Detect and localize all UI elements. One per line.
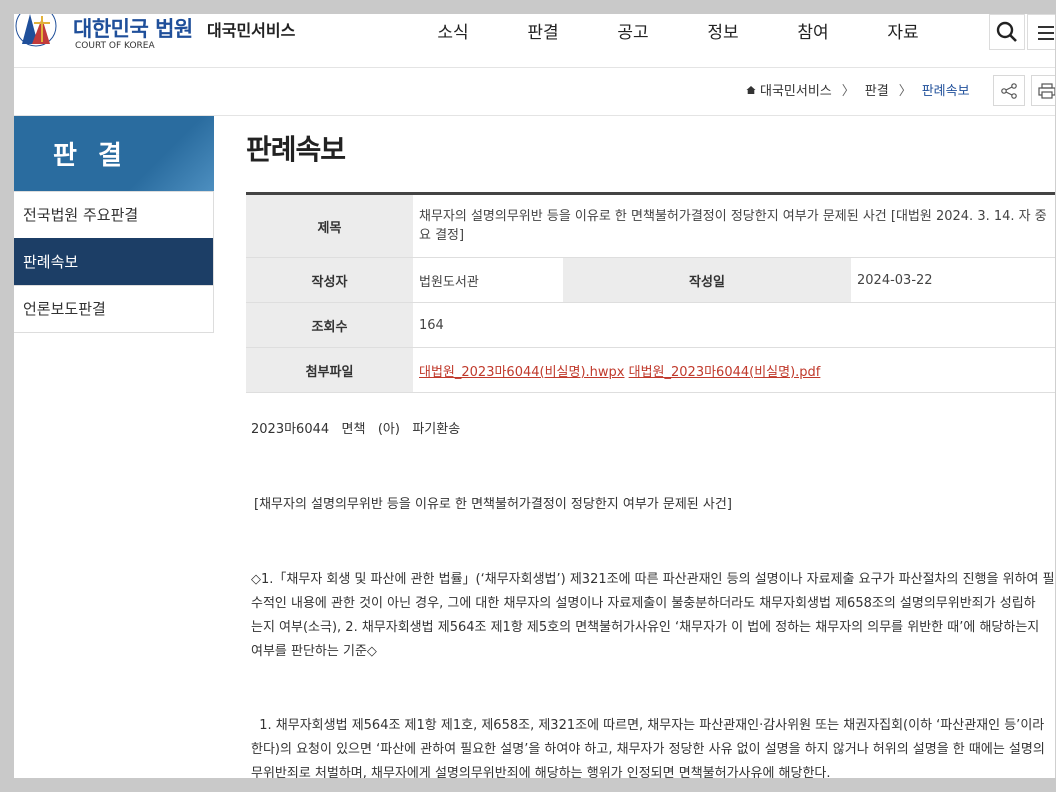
search-icon — [996, 21, 1017, 42]
nav-item-news[interactable]: 소식 — [408, 18, 498, 43]
date-value: 2024-03-22 — [851, 257, 1056, 303]
breadcrumb-current[interactable]: 판례속보 — [922, 80, 970, 99]
main-nav: 소식 판결 공고 정보 참여 자료 — [408, 18, 948, 43]
breadcrumb-separator-icon: 〉 — [898, 84, 912, 99]
date-label: 작성일 — [563, 257, 851, 303]
nav-item-notices[interactable]: 공고 — [588, 18, 678, 43]
home-icon — [746, 85, 756, 94]
site-header: 대한민국 법원 COURT OF KOREA 대국민서비스 소식 판결 공고 정… — [14, 14, 1056, 68]
search-button[interactable] — [989, 14, 1025, 50]
sidebar-item-press-judgments[interactable]: 언론보도판결 — [14, 285, 213, 332]
breadcrumb: 대국민서비스 〉 판결 〉 판례속보 — [746, 80, 970, 99]
attachment-link-pdf[interactable]: 대법원_2023마6044(비실명).pdf — [629, 365, 821, 380]
post-info-table: 제목 채무자의 설명의무위반 등을 이유로 한 면책불허가결정이 정당한지 여부… — [246, 192, 1056, 393]
nav-item-resources[interactable]: 자료 — [858, 18, 948, 43]
table-row: 제목 채무자의 설명의무위반 등을 이유로 한 면책불허가결정이 정당한지 여부… — [246, 193, 1056, 258]
paragraph-line: 무위반죄로 처벌하며, 채무자에게 설명의무위반죄에 해당하는 행위가 인정되면… — [251, 766, 831, 778]
hamburger-icon — [1038, 32, 1054, 34]
post-body: 2023마6044 면책 (아) 파기환송 [채무자의 설명의무위반 등을 이유… — [251, 418, 1056, 778]
attachments-label: 첨부파일 — [246, 347, 413, 393]
issue-line: 여부를 판단하는 기준◇ — [251, 644, 377, 659]
breadcrumb-separator-icon: 〉 — [841, 84, 855, 99]
table-row: 작성자 법원도서관 작성일 2024-03-22 — [246, 257, 1056, 303]
author-label: 작성자 — [246, 257, 413, 303]
share-button[interactable] — [993, 75, 1025, 106]
table-row: 조회수 164 — [246, 302, 1056, 348]
print-icon — [1038, 82, 1056, 99]
views-label: 조회수 — [246, 302, 413, 348]
sidebar-title: 판 결 — [14, 116, 214, 191]
page-title: 판례속보 — [246, 133, 346, 166]
court-emblem-icon[interactable] — [14, 14, 58, 56]
paragraph-line: 1. 채무자회생법 제564조 제1항 제1호, 제658조, 제321조에 따… — [251, 718, 1045, 733]
breadcrumb-item[interactable]: 대국민서비스 — [760, 80, 832, 99]
author-value: 법원도서관 — [413, 257, 563, 303]
case-summary: [채무자의 설명의무위반 등을 이유로 한 면책불허가결정이 정당한지 여부가 … — [254, 497, 732, 512]
attachments-value: 대법원_2023마6044(비실명).hwpx 대법원_2023마6044(비실… — [413, 347, 1056, 393]
nav-item-judgments[interactable]: 판결 — [498, 18, 588, 43]
title-label: 제목 — [246, 193, 413, 258]
logo-subtitle: COURT OF KOREA — [75, 41, 155, 51]
views-value: 164 — [413, 302, 1056, 348]
issue-line: 수적인 내용에 관한 것이 아닌 경우, 그에 대한 채무자의 설명이나 자료제… — [251, 596, 1036, 611]
sidebar-item-case-bulletin[interactable]: 판례속보 — [14, 238, 213, 285]
issue-line: 는지 여부(소극), 2. 채무자회생법 제564조 제1항 제5호의 면책불허… — [251, 620, 1040, 635]
share-icon — [1001, 82, 1017, 99]
hamburger-icon — [1038, 26, 1054, 28]
logo-title[interactable]: 대한민국 법원 — [73, 14, 193, 43]
issue-line: ◇1.「채무자 회생 및 파산에 관한 법률」(‘채무자회생법’) 제321조에… — [251, 572, 1055, 587]
page-frame: 대한민국 법원 COURT OF KOREA 대국민서비스 소식 판결 공고 정… — [14, 14, 1056, 778]
sidebar-item-major-judgments[interactable]: 전국법원 주요판결 — [14, 191, 213, 238]
print-button[interactable] — [1031, 75, 1056, 106]
menu-button[interactable] — [1027, 14, 1056, 50]
case-number-line: 2023마6044 면책 (아) 파기환송 — [251, 422, 461, 437]
breadcrumb-item[interactable]: 판결 — [865, 80, 889, 99]
paragraph-line: 한다)의 요청이 있으면 ‘파산에 관하여 필요한 설명’을 하여야 하고, 채… — [251, 742, 1045, 757]
hamburger-icon — [1038, 38, 1054, 40]
nav-item-participation[interactable]: 참여 — [768, 18, 858, 43]
attachment-link-hwpx[interactable]: 대법원_2023마6044(비실명).hwpx — [419, 365, 624, 380]
table-row: 첨부파일 대법원_2023마6044(비실명).hwpx 대법원_2023마60… — [246, 347, 1056, 393]
nav-item-info[interactable]: 정보 — [678, 18, 768, 43]
site-name[interactable]: 대국민서비스 — [207, 17, 295, 41]
title-value: 채무자의 설명의무위반 등을 이유로 한 면책불허가결정이 정당한지 여부가 문… — [413, 193, 1056, 258]
sidebar-menu: 전국법원 주요판결 판례속보 언론보도판결 — [14, 191, 214, 333]
